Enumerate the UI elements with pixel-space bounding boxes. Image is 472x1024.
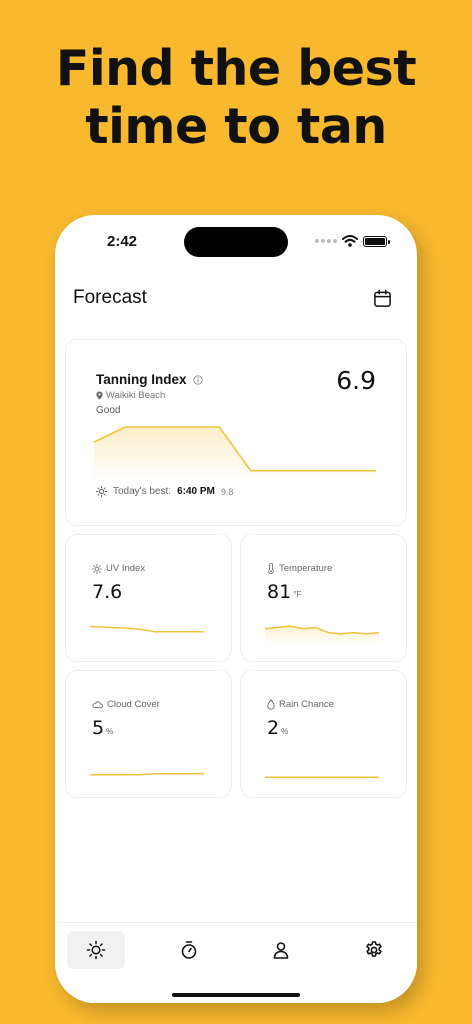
sun-icon	[92, 563, 102, 574]
tanning-index-area	[94, 427, 376, 482]
cloud-cover-card[interactable]: Cloud Cover 5 %	[65, 670, 232, 798]
sun-icon	[86, 940, 106, 960]
tanning-index-chart	[94, 426, 376, 482]
best-label: Today's best:	[113, 486, 172, 497]
gear-icon	[366, 941, 382, 957]
battery-icon	[363, 235, 390, 247]
temperature-value: 81	[267, 581, 292, 603]
tanning-index-value: 6.9	[336, 366, 376, 395]
location-pin-icon	[96, 391, 103, 400]
stopwatch-icon	[181, 941, 197, 959]
temperature-card[interactable]: Temperature 81 °F	[240, 534, 407, 662]
tab-settings[interactable]	[345, 931, 403, 969]
cloud-icon	[92, 701, 103, 709]
temperature-label-text: Temperature	[279, 563, 333, 574]
best-time: Today's best: 6:40 PM 9.8	[96, 486, 233, 497]
dynamic-island	[184, 227, 288, 257]
wifi-icon	[342, 235, 358, 247]
uv-index-label: UV Index	[92, 563, 145, 574]
rain-chance-value-row: 2 %	[267, 717, 288, 739]
temperature-value-row: 81 °F	[267, 581, 301, 603]
temperature-unit: °F	[293, 590, 302, 599]
uv-index-value-row: 7.6	[92, 581, 122, 603]
cloud-cover-chart	[90, 773, 204, 776]
status-time: 2:42	[107, 233, 138, 250]
location: Waikiki Beach	[96, 390, 165, 401]
temperature-area	[265, 626, 379, 645]
best-score: 9.8	[220, 486, 234, 497]
tanning-index-label: Tanning Index	[96, 372, 187, 387]
page-title: Forecast	[73, 287, 147, 308]
tab-bar	[55, 922, 417, 1003]
cloud-cover-line	[90, 773, 204, 776]
headline-line-2: time to tan	[85, 98, 387, 155]
rain-chance-unit: %	[281, 727, 289, 736]
rating-text: Good	[96, 405, 121, 416]
rain-chance-card[interactable]: Rain Chance 2 %	[240, 670, 407, 798]
uv-index-label-text: UV Index	[106, 563, 146, 574]
info-icon[interactable]	[192, 374, 203, 385]
rain-chance-value: 2	[267, 717, 280, 739]
signal-icon	[315, 239, 337, 243]
cloud-cover-value-row: 5 %	[92, 717, 113, 739]
temperature-chart	[265, 625, 380, 645]
headline-line-1: Find the best	[55, 40, 417, 97]
calendar-icon	[373, 289, 391, 307]
tab-timer[interactable]	[160, 931, 218, 969]
rain-chance-label: Rain Chance	[267, 699, 334, 710]
temperature-label: Temperature	[267, 563, 332, 574]
status-icons	[315, 235, 390, 247]
best-time-value: 6:40 PM	[177, 486, 215, 497]
location-name: Waikiki Beach	[106, 390, 166, 401]
phone-frame: 2:42 Forecast Tanning Index 6.9 Waikiki …	[55, 215, 417, 1003]
droplet-icon	[267, 699, 275, 710]
thermometer-icon	[268, 563, 274, 574]
tanning-index-title: Tanning Index	[96, 372, 203, 387]
cloud-cover-unit: %	[106, 727, 114, 736]
rain-chance-label-text: Rain Chance	[279, 699, 334, 710]
tab-profile[interactable]	[252, 931, 310, 969]
uv-index-card[interactable]: UV Index 7.6	[65, 534, 232, 662]
person-icon	[273, 942, 289, 959]
cloud-cover-value: 5	[92, 717, 105, 739]
home-indicator	[172, 993, 300, 997]
tab-forecast[interactable]	[67, 931, 125, 969]
rain-chance-chart	[265, 776, 379, 779]
uv-index-line	[90, 625, 204, 633]
cloud-cover-label: Cloud Cover	[92, 699, 160, 710]
calendar-button[interactable]	[371, 287, 393, 309]
sun-icon	[96, 486, 107, 497]
tanning-index-card[interactable]: Tanning Index 6.9 Waikiki Beach Good Tod…	[65, 339, 407, 526]
uv-index-chart	[90, 625, 204, 633]
cloud-cover-label-text: Cloud Cover	[107, 699, 160, 710]
uv-index-value: 7.6	[92, 581, 123, 603]
headline: Find the best time to tan	[0, 40, 472, 156]
